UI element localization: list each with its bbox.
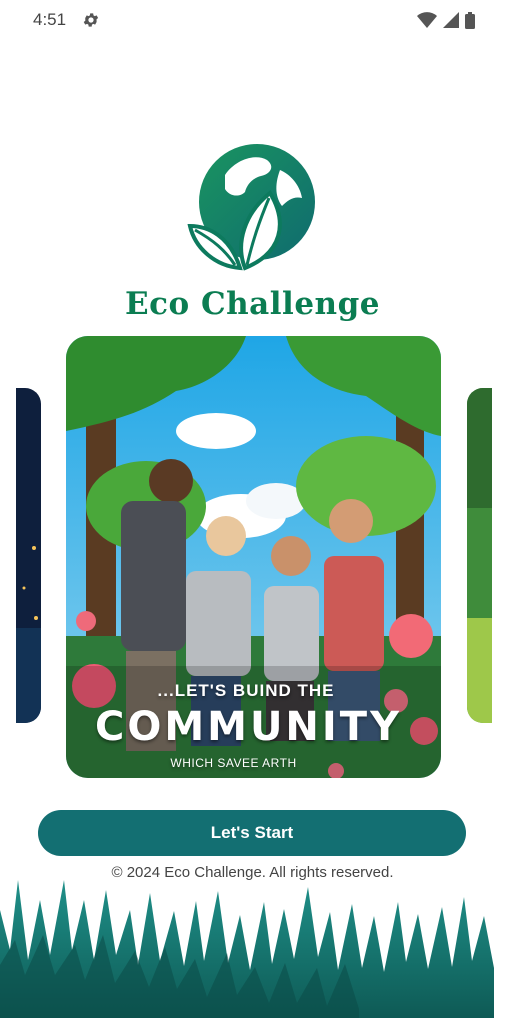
status-time: 4:51 — [33, 10, 67, 29]
slide-caption-top: ...LET'S BUIND THE — [157, 681, 335, 700]
signal-icon — [443, 12, 459, 28]
slide-caption-main: COMMUNITY — [94, 704, 403, 750]
grass-decoration — [0, 880, 494, 1018]
status-icons — [417, 11, 475, 29]
carousel-active-slide[interactable]: ...LET'S BUIND THE COMMUNITY WHICH SAVEE… — [66, 336, 441, 778]
carousel-next-slide[interactable] — [467, 388, 492, 723]
globe-leaf-logo — [187, 144, 315, 271]
app-title: Eco Challenge — [125, 286, 380, 322]
carousel-prev-slide[interactable] — [16, 388, 41, 723]
slide-caption-bottom: WHICH SAVEE ARTH — [170, 756, 297, 770]
wifi-icon — [417, 12, 437, 28]
night-scene-thumbnail — [16, 388, 41, 723]
settings-icon — [83, 13, 99, 27]
forest-scene-thumbnail — [467, 388, 492, 723]
battery-icon — [465, 11, 475, 29]
lets-start-button[interactable]: Let's Start — [38, 810, 466, 856]
status-bar: 4:51 — [0, 0, 505, 40]
image-carousel[interactable]: ...LET'S BUIND THE COMMUNITY WHICH SAVEE… — [0, 330, 505, 785]
